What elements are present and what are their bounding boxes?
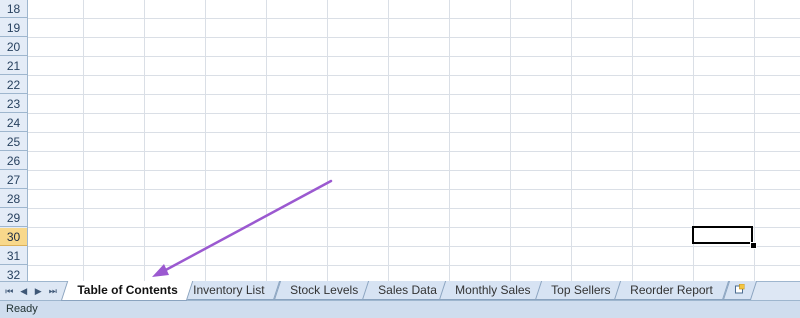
row-header-32[interactable]: 32 (0, 266, 27, 281)
sheet-tab-monthly-sales[interactable]: Monthly Sales (438, 281, 547, 300)
row-header-20[interactable]: 20 (0, 38, 27, 56)
tab-navigation: ⏮ ◀ ▶ ⏭ (0, 282, 62, 301)
cell-grid[interactable] (28, 0, 800, 281)
insert-worksheet-icon (734, 284, 745, 294)
row-header-31[interactable]: 31 (0, 247, 27, 265)
sheet-tab-reorder-report[interactable]: Reorder Report (613, 281, 729, 300)
row-header-18[interactable]: 18 (0, 0, 27, 18)
row-header-27[interactable]: 27 (0, 171, 27, 189)
row-header-26[interactable]: 26 (0, 152, 27, 170)
row-headers: 18 19 20 21 22 23 24 25 26 27 28 29 30 3… (0, 0, 28, 281)
row-header-23[interactable]: 23 (0, 95, 27, 113)
sheet-tab-bar: ⏮ ◀ ▶ ⏭ Table of Contents Inventory List… (0, 281, 800, 301)
row-header-21[interactable]: 21 (0, 57, 27, 75)
fill-handle[interactable] (750, 242, 757, 249)
sheet-tab-stock-levels[interactable]: Stock Levels (273, 281, 375, 300)
row-header-25[interactable]: 25 (0, 133, 27, 151)
row-header-22[interactable]: 22 (0, 76, 27, 94)
row-header-30[interactable]: 30 (0, 228, 27, 246)
sheet-tab-top-sellers[interactable]: Top Sellers (534, 281, 627, 300)
sheet-tab-table-of-contents[interactable]: Table of Contents (60, 281, 194, 301)
last-sheet-icon[interactable]: ⏭ (47, 285, 59, 299)
row-header-29[interactable]: 29 (0, 209, 27, 227)
first-sheet-icon[interactable]: ⏮ (3, 285, 15, 299)
row-header-19[interactable]: 19 (0, 19, 27, 37)
active-cell-selection[interactable] (692, 226, 753, 244)
prev-sheet-icon[interactable]: ◀ (18, 285, 30, 299)
status-bar: Ready (0, 300, 800, 318)
row-header-28[interactable]: 28 (0, 190, 27, 208)
spreadsheet-grid[interactable]: 18 19 20 21 22 23 24 25 26 27 28 29 30 3… (0, 0, 800, 281)
insert-worksheet-button[interactable] (722, 281, 758, 300)
row-header-24[interactable]: 24 (0, 114, 27, 132)
status-text: Ready (6, 303, 38, 315)
next-sheet-icon[interactable]: ▶ (32, 285, 44, 299)
